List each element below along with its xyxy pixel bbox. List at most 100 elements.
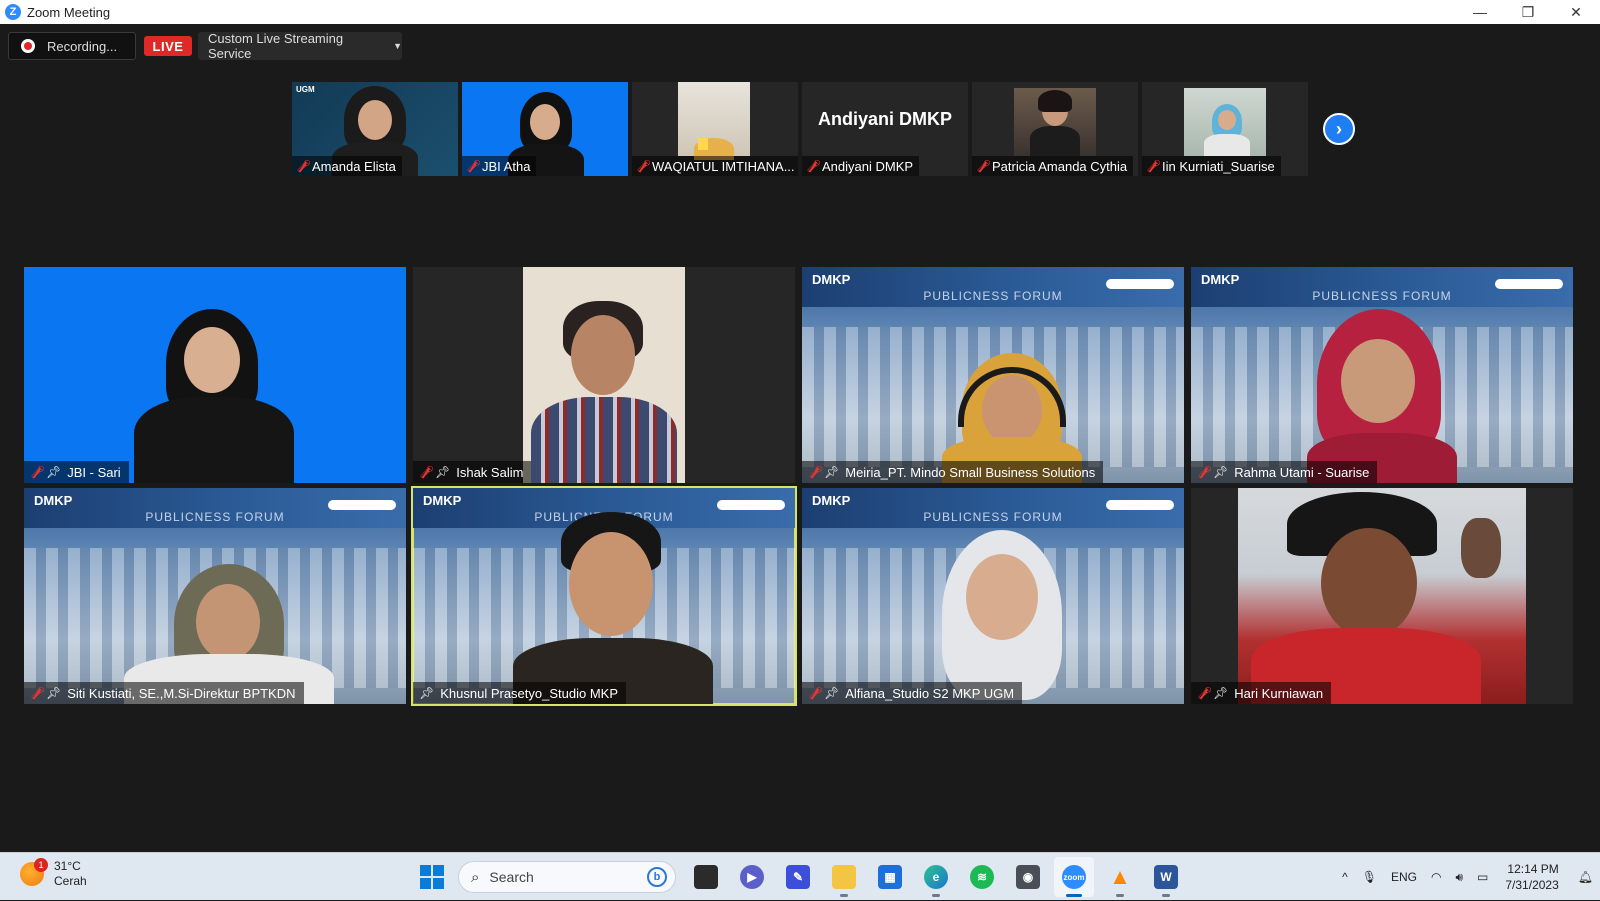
pin-icon: 📌︎ xyxy=(824,686,840,700)
notification-badge: 1 xyxy=(34,858,48,872)
clock-time: 12:14 PM xyxy=(1507,862,1559,876)
live-streaming-dropdown[interactable]: Custom Live Streaming Service ▼ xyxy=(198,31,402,61)
dmkp-logo: DMKP xyxy=(812,493,851,508)
battery-icon[interactable]: ▭ xyxy=(1477,870,1488,884)
windows-taskbar: 1 31°C Cerah ⌕ Search b ▶ ✎ ▦ e ≋ ◉ zoom… xyxy=(0,852,1600,900)
camera-button[interactable]: ◉ xyxy=(1008,857,1048,897)
sun-icon: 1 xyxy=(20,858,48,886)
minimize-button[interactable]: — xyxy=(1456,0,1504,24)
participant-name-tag: 🎤︎ 📌︎ Siti Kustiati, SE.,M.Si-Direktur B… xyxy=(24,682,304,704)
video-tile-active-speaker[interactable]: DMKP PUBLICNESS FORUM 📌︎ Khusnul Prasety… xyxy=(411,486,797,706)
task-view-button[interactable] xyxy=(686,857,726,897)
thumbnail-tile[interactable]: 🎤︎ WAQIATUL IMTIHANA... xyxy=(632,82,798,176)
edge-button[interactable]: e xyxy=(916,857,956,897)
teams-chat-button[interactable]: ▶ xyxy=(732,857,772,897)
pin-icon: 📌︎ xyxy=(1213,686,1229,700)
recording-button[interactable]: Recording... xyxy=(8,32,136,60)
dmkp-logo: DMKP xyxy=(34,493,73,508)
video-tile[interactable]: DMKP PUBLICNESS FORUM 🎤︎ 📌︎ Rahma Utami … xyxy=(1191,267,1573,483)
participant-name-tag: 🎤︎ 📌︎ Ishak Salim xyxy=(413,461,532,483)
start-button[interactable] xyxy=(412,857,452,897)
pin-icon: 📌︎ xyxy=(46,465,62,479)
studio-badge xyxy=(1495,279,1563,289)
participant-name: Patricia Amanda Cythia xyxy=(992,158,1128,174)
video-tile[interactable]: 🎤︎ 📌︎ Hari Kurniawan xyxy=(1191,488,1573,704)
volume-icon[interactable]: 🔊︎ xyxy=(1455,870,1463,885)
mic-muted-icon: 🎤︎ xyxy=(1146,159,1162,173)
window-title: Zoom Meeting xyxy=(27,4,111,20)
file-explorer-button[interactable] xyxy=(824,857,864,897)
participant-name-tag: 🎤︎ 📌︎ Meiria_PT. Mindo Small Business So… xyxy=(802,461,1104,483)
chevron-right-icon[interactable]: › xyxy=(1323,113,1355,145)
wifi-icon[interactable]: ◠ xyxy=(1431,870,1441,884)
zoom-button[interactable]: zoom xyxy=(1054,857,1094,897)
clock-date: 7/31/2023 xyxy=(1505,878,1559,892)
forum-title: PUBLICNESS FORUM xyxy=(923,510,1063,524)
video-tile[interactable]: 🎤︎ 📌︎ Ishak Salim xyxy=(413,267,795,483)
participant-name: WAQIATUL IMTIHANA... xyxy=(652,158,795,174)
zoom-icon: zoom xyxy=(1062,865,1086,889)
video-tile[interactable]: DMKP PUBLICNESS FORUM 🎤︎ 📌︎ Meiria_PT. M… xyxy=(802,267,1184,483)
bing-icon: b xyxy=(647,867,667,887)
taskbar-apps: ⌕ Search b ▶ ✎ ▦ e ≋ ◉ zoom ▲ W xyxy=(412,857,1192,897)
participant-name: Siti Kustiati, SE.,M.Si-Direktur BPTKDN xyxy=(67,685,296,701)
participant-name: Khusnul Prasetyo_Studio MKP xyxy=(440,685,619,701)
mic-muted-icon: 🎤︎ xyxy=(636,159,652,173)
live-badge[interactable]: LIVE xyxy=(144,36,192,56)
close-button[interactable]: ✕ xyxy=(1552,0,1600,24)
notification-bell-icon[interactable]: 🔔︎ xyxy=(1578,870,1593,884)
tray-overflow-chevron-icon[interactable]: ^ xyxy=(1342,870,1348,884)
forum-title: PUBLICNESS FORUM xyxy=(1312,289,1452,303)
meeting-top-bar: Recording... LIVE Custom Live Streaming … xyxy=(0,24,1600,68)
thumbnail-tile[interactable]: 🎤︎ Patricia Amanda Cythia xyxy=(972,82,1138,176)
mic-muted-icon: 🎤︎ xyxy=(30,686,46,700)
vlc-button[interactable]: ▲ xyxy=(1100,857,1140,897)
thumbnail-tile[interactable]: 🎤︎ JBI Atha xyxy=(462,82,628,176)
participant-name: Iin Kurniati_Suarise xyxy=(1162,158,1275,174)
title-bar: Z Zoom Meeting — ❐ ✕ xyxy=(0,0,1600,24)
taskbar-clock[interactable]: 12:14 PM 7/31/2023 xyxy=(1505,861,1558,893)
participant-name-tag: 🎤︎ 📌︎ Hari Kurniawan xyxy=(1191,682,1332,704)
app-button[interactable]: ✎ xyxy=(778,857,818,897)
weather-widget[interactable]: 1 31°C Cerah xyxy=(20,858,87,889)
ugm-logo: UGM xyxy=(296,85,315,94)
mic-muted-icon: 🎤︎ xyxy=(806,159,822,173)
search-icon: ⌕ xyxy=(471,868,480,886)
windows-logo-icon xyxy=(420,865,444,889)
language-indicator[interactable]: ENG xyxy=(1391,870,1417,884)
taskbar-search[interactable]: ⌕ Search b xyxy=(458,861,676,893)
participant-name-tag: 📌︎ Khusnul Prasetyo_Studio MKP xyxy=(413,682,627,704)
pin-icon: 📌︎ xyxy=(1213,465,1229,479)
participant-name: Alfiana_Studio S2 MKP UGM xyxy=(845,685,1015,701)
mic-muted-icon: 🎤︎ xyxy=(466,159,482,173)
word-button[interactable]: W xyxy=(1146,857,1186,897)
participant-name: JBI Atha xyxy=(482,158,531,174)
word-icon: W xyxy=(1154,865,1178,889)
store-button[interactable]: ▦ xyxy=(870,857,910,897)
search-placeholder: Search xyxy=(489,869,534,885)
participant-name-tag: 🎤︎ 📌︎ Rahma Utami - Suarise xyxy=(1191,461,1378,483)
restore-button[interactable]: ❐ xyxy=(1504,0,1552,24)
record-icon xyxy=(21,39,35,53)
spotify-button[interactable]: ≋ xyxy=(962,857,1002,897)
video-tile[interactable]: DMKP PUBLICNESS FORUM 🎤︎ 📌︎ Alfiana_Stud… xyxy=(802,488,1184,704)
thumbnail-tile[interactable]: UGM 🎤︎ Amanda Elista xyxy=(292,82,458,176)
vlc-icon: ▲ xyxy=(1109,864,1131,889)
microphone-icon[interactable]: 🎙︎ xyxy=(1362,870,1377,884)
thumbnail-tile[interactable]: 🎤︎ Iin Kurniati_Suarise xyxy=(1142,82,1308,176)
video-tile[interactable]: DMKP PUBLICNESS FORUM 🎤︎ 📌︎ Siti Kustiat… xyxy=(24,488,406,704)
video-tile[interactable]: 🎤︎ 📌︎ JBI - Sari xyxy=(24,267,406,483)
weather-temperature: 31°C xyxy=(54,859,81,873)
mic-muted-icon: 🎤︎ xyxy=(419,465,435,479)
weather-description: Cerah xyxy=(54,874,87,888)
forum-title: PUBLICNESS FORUM xyxy=(145,510,285,524)
spotify-icon: ≋ xyxy=(970,865,994,889)
thumbnail-tile[interactable]: Andiyani DMKP 🎤︎ Andiyani DMKP xyxy=(802,82,968,176)
folder-icon xyxy=(832,865,856,889)
participant-name: Meiria_PT. Mindo Small Business Solution… xyxy=(845,464,1096,480)
dmkp-logo: DMKP xyxy=(1201,272,1240,287)
mic-muted-icon: 🎤︎ xyxy=(1197,686,1213,700)
thumbnail-strip: UGM 🎤︎ Amanda Elista 🎤︎ JBI Atha 🎤︎ WAQI… xyxy=(292,82,1308,176)
mic-muted-icon: 🎤︎ xyxy=(1197,465,1213,479)
participant-name: JBI - Sari xyxy=(67,464,121,480)
